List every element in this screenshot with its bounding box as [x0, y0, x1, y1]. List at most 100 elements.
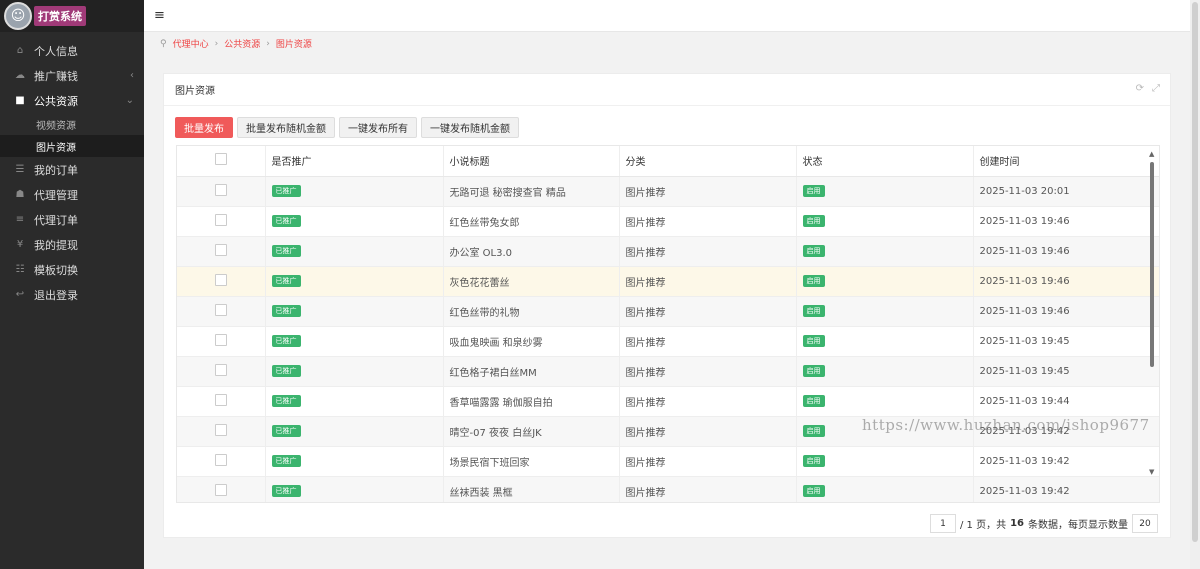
promo-badge: 已推广	[271, 485, 301, 497]
publish-all-button[interactable]: 一键发布所有	[339, 117, 417, 138]
sidebar-item-label: 视频资源	[36, 120, 76, 132]
created-time-cell: 2025-11-03 19:46	[973, 266, 1159, 297]
sidebar-item-public-resources[interactable]: ■ 公共资源 ⌄	[0, 88, 144, 113]
promo-badge: 已推广	[271, 215, 301, 227]
row-select-cell	[177, 326, 266, 357]
column-header[interactable]: 是否推广	[265, 146, 444, 177]
table-row[interactable]: 已推广 灰色花花蕾丝 图片推荐 启用 2025-11-03 19:46	[177, 266, 1159, 297]
sidebar-item-orders[interactable]: ☰ 我的订单	[0, 157, 144, 182]
select-all-checkbox[interactable]	[214, 153, 227, 166]
status-badge: 启用	[802, 395, 825, 407]
category-cell: 图片推荐	[619, 356, 797, 387]
column-header[interactable]: 分类	[619, 146, 797, 177]
row-checkbox[interactable]	[214, 423, 227, 436]
sidebar-item-templates[interactable]: ☷ 模板切换	[0, 257, 144, 282]
row-checkbox[interactable]	[214, 273, 227, 286]
row-checkbox[interactable]	[214, 243, 227, 256]
table-row[interactable]: 已推广 场景民宿下班回家 图片推荐 启用 2025-11-03 19:42	[177, 446, 1159, 477]
page-number-input[interactable]: 1	[929, 514, 956, 533]
row-checkbox[interactable]	[214, 213, 227, 226]
status-badge: 启用	[802, 305, 825, 317]
promo-cell: 已推广	[265, 476, 444, 502]
promo-badge: 已推广	[271, 365, 301, 377]
sidebar-item-label: 我的提现	[34, 238, 78, 252]
page-scrollbar[interactable]	[1190, 0, 1200, 569]
title-cell: 办公室 OL3.0	[443, 236, 620, 267]
sidebar-item-withdraw[interactable]: ¥ 我的提现	[0, 232, 144, 257]
batch-publish-button[interactable]: 批量发布	[175, 117, 233, 138]
chevron-right-icon: ›	[214, 38, 219, 49]
row-select-cell	[177, 296, 266, 327]
select-all-cell	[177, 146, 266, 177]
status-badge: 启用	[802, 245, 825, 257]
status-badge: 启用	[802, 365, 825, 377]
status-cell: 启用	[796, 476, 974, 502]
menu-icon: ≡	[15, 214, 25, 225]
table-row[interactable]: 已推广 丝袜西装 黑框 图片推荐 启用 2025-11-03 19:42	[177, 476, 1159, 502]
row-checkbox[interactable]	[214, 393, 227, 406]
promo-badge: 已推广	[271, 335, 301, 347]
sidebar-subitem-video[interactable]: 视频资源	[0, 113, 144, 135]
chevron-down-icon: ⌄	[125, 95, 134, 106]
table-header-row: 是否推广 小说标题 分类 状态 创建时间	[177, 146, 1159, 177]
breadcrumb-item[interactable]: 代理中心	[173, 37, 209, 50]
fullscreen-icon[interactable]: ⤢	[1152, 83, 1160, 94]
status-cell: 启用	[796, 176, 974, 207]
status-cell: 启用	[796, 386, 974, 417]
watermark: https://www.huzhan.com/ishop9677	[862, 416, 1150, 434]
refresh-icon[interactable]: ⟳	[1136, 83, 1144, 94]
table-row[interactable]: 已推广 办公室 OL3.0 图片推荐 启用 2025-11-03 19:46	[177, 236, 1159, 267]
per-page-input[interactable]: 20	[1132, 514, 1158, 533]
page-scrollbar-thumb[interactable]	[1192, 2, 1198, 542]
title-cell: 无路可退 秘密搜查官 精品	[443, 176, 620, 207]
column-header[interactable]: 小说标题	[443, 146, 620, 177]
image-resources-panel: 图片资源 ⟳ ⤢ 批量发布 批量发布随机金额 一键发布所有 一键发布随机金额 是…	[163, 73, 1171, 538]
table-row[interactable]: 已推广 红色丝带兔女郎 图片推荐 启用 2025-11-03 19:46	[177, 206, 1159, 237]
avatar[interactable]: ☺	[4, 2, 32, 30]
table-scrollbar[interactable]: ▲ ▼	[1149, 150, 1155, 476]
sidebar-item-profile[interactable]: ⌂ 个人信息	[0, 38, 144, 63]
sidebar-item-promote[interactable]: ☁ 推广赚钱 ‹	[0, 63, 144, 88]
breadcrumb-item[interactable]: 图片资源	[276, 37, 312, 50]
column-header[interactable]: 状态	[796, 146, 974, 177]
scroll-up-icon[interactable]: ▲	[1149, 150, 1154, 158]
table-row[interactable]: 已推广 吸血鬼映画 和泉纱雾 图片推荐 启用 2025-11-03 19:45	[177, 326, 1159, 357]
category-cell: 图片推荐	[619, 416, 797, 447]
row-checkbox[interactable]	[214, 183, 227, 196]
hamburger-icon[interactable]: ≡	[154, 8, 165, 23]
promo-cell: 已推广	[265, 386, 444, 417]
table-row[interactable]: 已推广 香草喵露露 瑜伽服自拍 图片推荐 启用 2025-11-03 19:44	[177, 386, 1159, 417]
home-icon: ⌂	[16, 45, 24, 56]
resource-table: 是否推广 小说标题 分类 状态 创建时间 已推广 无路可退 秘密搜查官 精品 图片推…	[176, 145, 1160, 503]
breadcrumb-item[interactable]: 公共资源	[224, 37, 260, 50]
table-row[interactable]: 已推广 红色格子裙白丝MM 图片推荐 启用 2025-11-03 19:45	[177, 356, 1159, 387]
promo-badge: 已推广	[271, 425, 301, 437]
publish-random-button[interactable]: 一键发布随机金额	[421, 117, 519, 138]
batch-random-button[interactable]: 批量发布随机金额	[237, 117, 335, 138]
scroll-down-icon[interactable]: ▼	[1149, 468, 1154, 476]
sidebar-item-agents[interactable]: ☗ 代理管理	[0, 182, 144, 207]
table-row[interactable]: 已推广 无路可退 秘密搜查官 精品 图片推荐 启用 2025-11-03 20:01	[177, 176, 1159, 207]
row-checkbox[interactable]	[214, 303, 227, 316]
row-select-cell	[177, 356, 266, 387]
column-header[interactable]: 创建时间	[973, 146, 1159, 177]
created-time-cell: 2025-11-03 19:45	[973, 356, 1159, 387]
created-time-cell: 2025-11-03 19:46	[973, 236, 1159, 267]
grid-icon: ☷	[15, 264, 25, 275]
scrollbar-thumb[interactable]	[1150, 162, 1154, 367]
table-row[interactable]: 已推广 红色丝带的礼物 图片推荐 启用 2025-11-03 19:46	[177, 296, 1159, 327]
category-cell: 图片推荐	[619, 446, 797, 477]
sidebar: ☺ 打赏系统 ⌂ 个人信息 ☁ 推广赚钱 ‹ ■ 公共资源 ⌄ 视频资源 图片资源 ☰ 我的…	[0, 0, 144, 569]
row-checkbox[interactable]	[214, 483, 227, 496]
status-badge: 启用	[802, 425, 825, 437]
row-select-cell	[177, 476, 266, 502]
promo-cell: 已推广	[265, 326, 444, 357]
sidebar-subitem-image[interactable]: 图片资源	[0, 135, 144, 157]
sidebar-item-agent-orders[interactable]: ≡ 代理订单	[0, 207, 144, 232]
status-cell: 启用	[796, 296, 974, 327]
row-checkbox[interactable]	[214, 363, 227, 376]
sidebar-item-logout[interactable]: ↩ 退出登录	[0, 282, 144, 307]
row-checkbox[interactable]	[214, 453, 227, 466]
row-checkbox[interactable]	[214, 333, 227, 346]
title-cell: 红色丝带的礼物	[443, 296, 620, 327]
